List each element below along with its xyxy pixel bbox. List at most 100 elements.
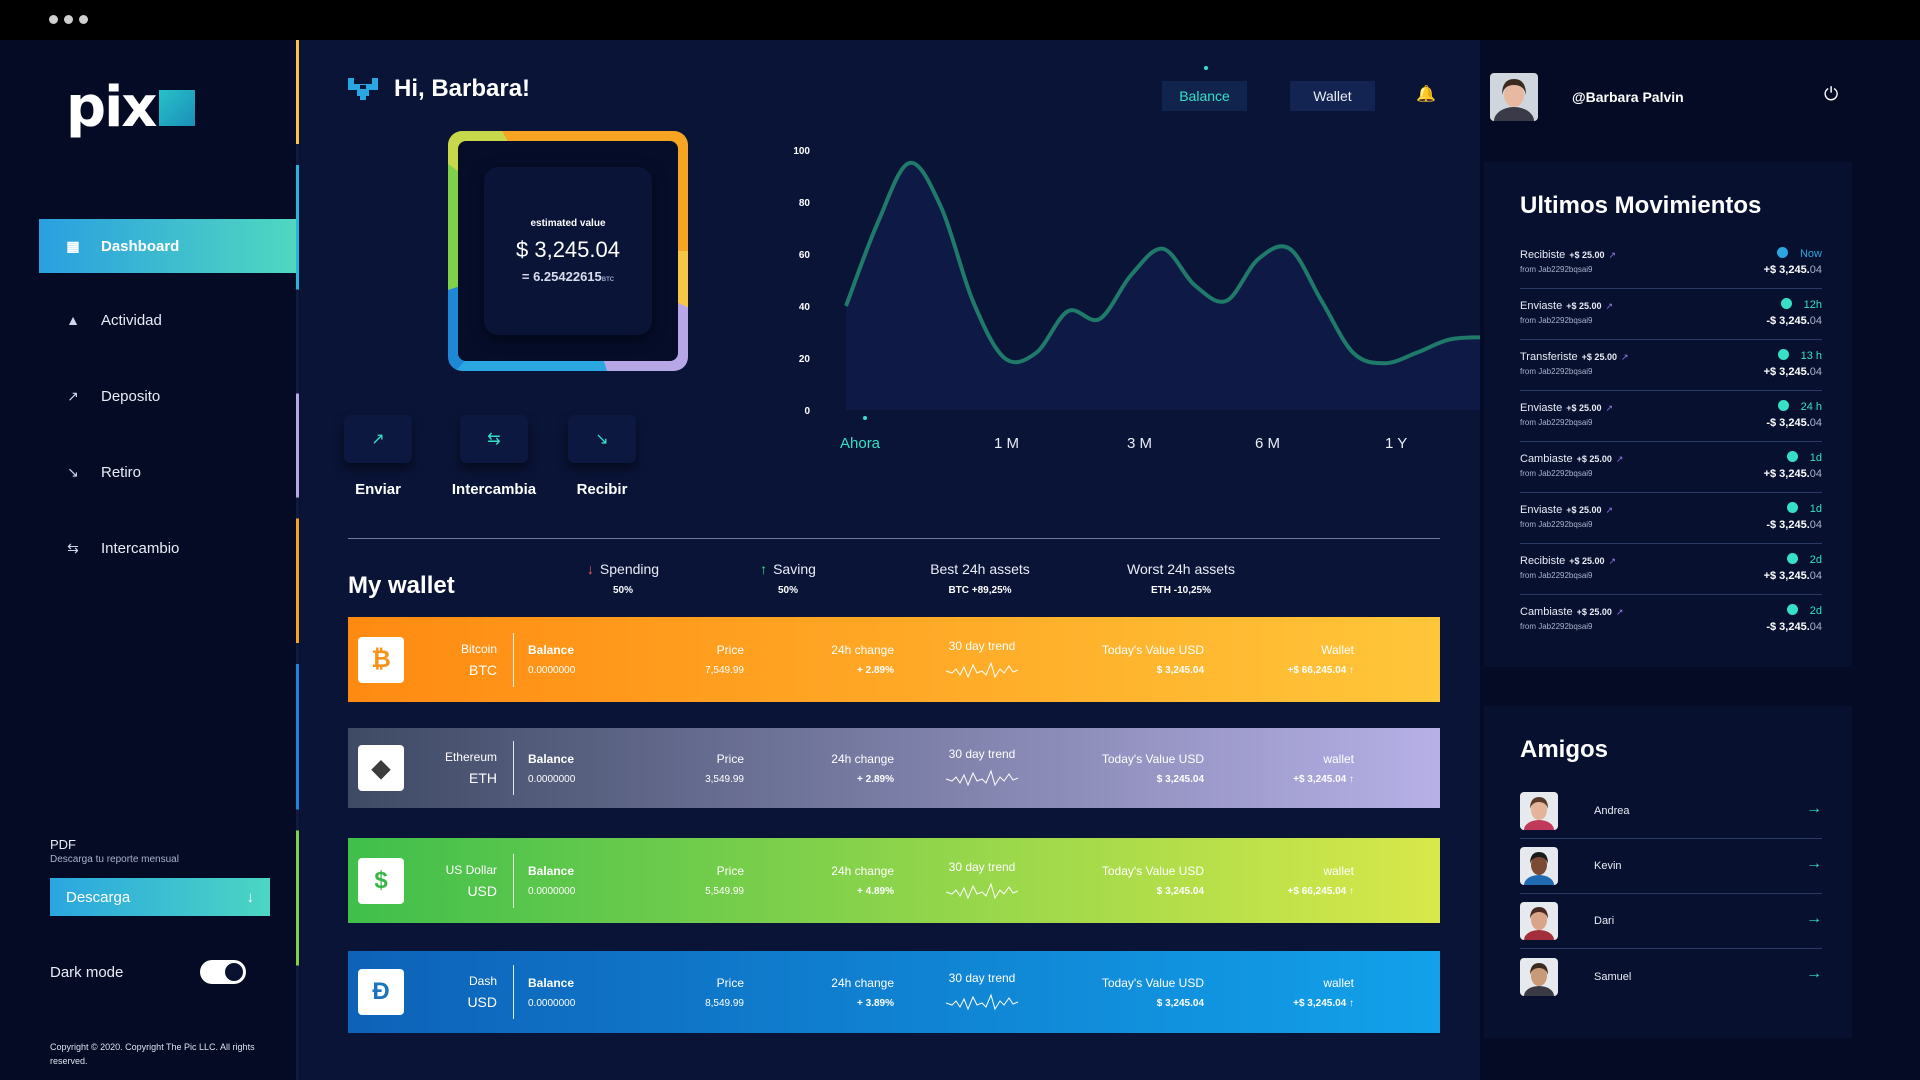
range-tab-ahora[interactable]: Ahora [840, 435, 880, 452]
coin-glyph: $ [374, 866, 388, 894]
movement-item[interactable]: Enviaste +$ 25.00 ↗ from Jab2292bqsai9 24 h -… [1520, 391, 1822, 442]
range-tab-6m[interactable]: 6 M [1255, 435, 1280, 452]
movement-from: from Jab2292bqsai9 [1520, 622, 1593, 631]
asset-symbol: USD [467, 882, 497, 899]
movement-type-text: Recibiste [1520, 555, 1566, 567]
asset-trend: 30 day trend [894, 741, 1044, 795]
range-tab-3m[interactable]: 3 M [1127, 435, 1152, 452]
movement-item[interactable]: Enviaste +$ 25.00 ↗ from Jab2292bqsai9 12h -$… [1520, 289, 1822, 340]
range-tab-1m[interactable]: 1 M [994, 435, 1019, 452]
sidebar-item-intercambio[interactable]: ⇆ Intercambio [39, 521, 296, 575]
asset-today-value: Today's Value USD $ 3,245.04 [1044, 965, 1204, 1019]
movement-amount: +$ 25.00 [1581, 352, 1617, 362]
asset-row-ethereum[interactable]: ◆ Ethereum ETH Balance 0.0000000 Price 3,549.9… [348, 728, 1440, 808]
stat-value: ETH -10,25% [1150, 585, 1212, 596]
movement-item[interactable]: Transferiste +$ 25.00 ↗ from Jab2292bqsai9 1… [1520, 340, 1822, 391]
dashboard-icon: ▦ [66, 237, 80, 254]
movement-total-cents: 04 [1809, 570, 1822, 582]
tab-wallet[interactable]: Wallet [1290, 81, 1375, 111]
y-tick-label: 60 [799, 250, 811, 261]
profile-name: @Barbara Palvin [1572, 89, 1684, 105]
bell-icon[interactable]: 🔔 [1416, 84, 1436, 104]
arrow-right-icon[interactable]: → [1806, 910, 1822, 928]
movement-amount: +$ 25.00 [1566, 505, 1602, 515]
movement-total-value: -$ 3,245. [1766, 519, 1810, 531]
stat-worst-assets: Worst 24h assets ETH -10,25% [1086, 561, 1276, 596]
tab-balance[interactable]: Balance [1162, 81, 1247, 111]
wallet-title: My wallet [348, 572, 455, 599]
arrow-right-icon[interactable]: → [1806, 855, 1822, 873]
sidebar-item-label: Dashboard [101, 237, 180, 255]
movement-time: 12h [1780, 298, 1822, 311]
friend-item-andrea[interactable]: Andrea → [1520, 784, 1822, 839]
arrow-right-icon[interactable]: → [1806, 800, 1822, 818]
friend-item-kevin[interactable]: Kevin → [1520, 839, 1822, 894]
main-content: Hi, Barbara! Balance Wallet 🔔 estimated … [300, 40, 1480, 1080]
profile[interactable]: @Barbara Palvin [1490, 73, 1684, 121]
asset-full-name: Bitcoin [460, 641, 497, 656]
power-icon[interactable]: ⏻ [1824, 84, 1838, 105]
range-tab-1y[interactable]: 1 Y [1385, 435, 1407, 452]
movement-total: +$ 3,245.04 [1764, 468, 1822, 480]
sidebar-item-deposito[interactable]: ↗ Deposito [39, 369, 296, 423]
download-label: Descarga [66, 888, 131, 906]
sidebar-item-actividad[interactable]: ▲ Actividad [39, 293, 296, 347]
arrow-icon: ↗ [1615, 607, 1624, 617]
movement-type: Recibiste +$ 25.00 ↗ [1520, 249, 1616, 261]
wallet-label: wallet [1323, 751, 1354, 766]
movement-type-text: Recibiste [1520, 249, 1566, 261]
stat-value: 50% [612, 585, 633, 596]
movement-amount: +$ 25.00 [1569, 250, 1605, 260]
wallet-value: +$ 3,245.04 ↑ [1293, 997, 1354, 1009]
swap-icon[interactable]: ⇆ [460, 415, 528, 463]
asset-price: Price 8,549.99 [654, 965, 744, 1019]
receive-icon[interactable]: ↘ [568, 415, 636, 463]
sidebar-item-dashboard[interactable]: ▦ Dashboard [39, 219, 296, 273]
window-controls[interactable] [49, 15, 88, 24]
asset-balance: Balance 0.0000000 [514, 854, 654, 908]
action-receive[interactable]: ↘ Recibir [532, 415, 672, 498]
asset-price: Price 5,549.99 [654, 854, 744, 908]
movement-item[interactable]: Cambiaste +$ 25.00 ↗ from Jab2292bqsai9 2d -$… [1520, 595, 1822, 646]
friend-item-samuel[interactable]: Samuel → [1520, 949, 1822, 1004]
send-icon[interactable]: ↗ [344, 415, 412, 463]
movement-time-text: 2d [1809, 554, 1822, 566]
movement-item[interactable]: Recibiste +$ 25.00 ↗ from Jab2292bqsai9 Now +… [1520, 238, 1822, 289]
asset-row-dash[interactable]: Đ Dash USD Balance 0.0000000 Price 8,549.99 24h… [348, 951, 1440, 1033]
today-value-label: Today's Value USD [1101, 751, 1204, 766]
movement-total-value: +$ 3,245. [1763, 570, 1810, 582]
download-button[interactable]: Descarga ↓ [50, 878, 270, 916]
balance-card: estimated value $ 3,245.04 = 6.25422615B… [448, 131, 688, 371]
arrow-right-icon[interactable]: → [1806, 965, 1822, 983]
balance-card-core: estimated value $ 3,245.04 = 6.25422615B… [484, 167, 652, 335]
movement-from: from Jab2292bqsai9 [1520, 367, 1593, 376]
balance-value: 0.0000000 [528, 773, 576, 785]
btc-amount: = 6.25422615 [521, 269, 602, 284]
movement-item[interactable]: Recibiste +$ 25.00 ↗ from Jab2292bqsai9 2d +$… [1520, 544, 1822, 595]
friends-panel: Amigos Andrea → Kevin → Dari → Samuel → [1484, 706, 1852, 1038]
stat-spending: ↓ Spending 50% [558, 561, 688, 596]
movement-amount: +$ 25.00 [1566, 301, 1602, 311]
friend-item-dari[interactable]: Dari → [1520, 894, 1822, 949]
movement-item[interactable]: Cambiaste +$ 25.00 ↗ from Jab2292bqsai9 1d +$… [1520, 442, 1822, 493]
wallet-label: wallet [1323, 975, 1354, 990]
movement-total-cents: 04 [1809, 468, 1822, 480]
arrow-icon: ↗ [1615, 454, 1624, 464]
movement-total-cents: 04 [1809, 366, 1822, 378]
section-divider [348, 538, 1440, 539]
y-tick-label: 100 [793, 146, 810, 157]
sidebar-item-retiro[interactable]: ↘ Retiro [39, 445, 296, 499]
movement-item[interactable]: Enviaste +$ 25.00 ↗ from Jab2292bqsai9 1d -$ … [1520, 493, 1822, 544]
today-value: $ 3,245.04 [1156, 997, 1204, 1009]
today-value-label: Today's Value USD [1101, 864, 1204, 878]
arrow-icon: ↗ [1605, 301, 1614, 311]
asset-row-us-dollar[interactable]: $ US Dollar USD Balance 0.0000000 Price 5,549.… [348, 838, 1440, 923]
change-label: 24h change [831, 975, 894, 990]
coin-glyph: ₿ [371, 645, 391, 673]
asset-row-bitcoin[interactable]: ₿ Bitcoin BTC Balance 0.0000000 Price 7,549.99… [348, 617, 1440, 702]
logo[interactable]: pix [66, 80, 196, 136]
dark-mode-toggle[interactable] [200, 960, 246, 984]
stat-value: 50% [777, 585, 798, 596]
estimated-value-label: estimated value [530, 218, 606, 229]
asset-today-value: Today's Value USD $ 3,245.04 [1044, 633, 1204, 687]
